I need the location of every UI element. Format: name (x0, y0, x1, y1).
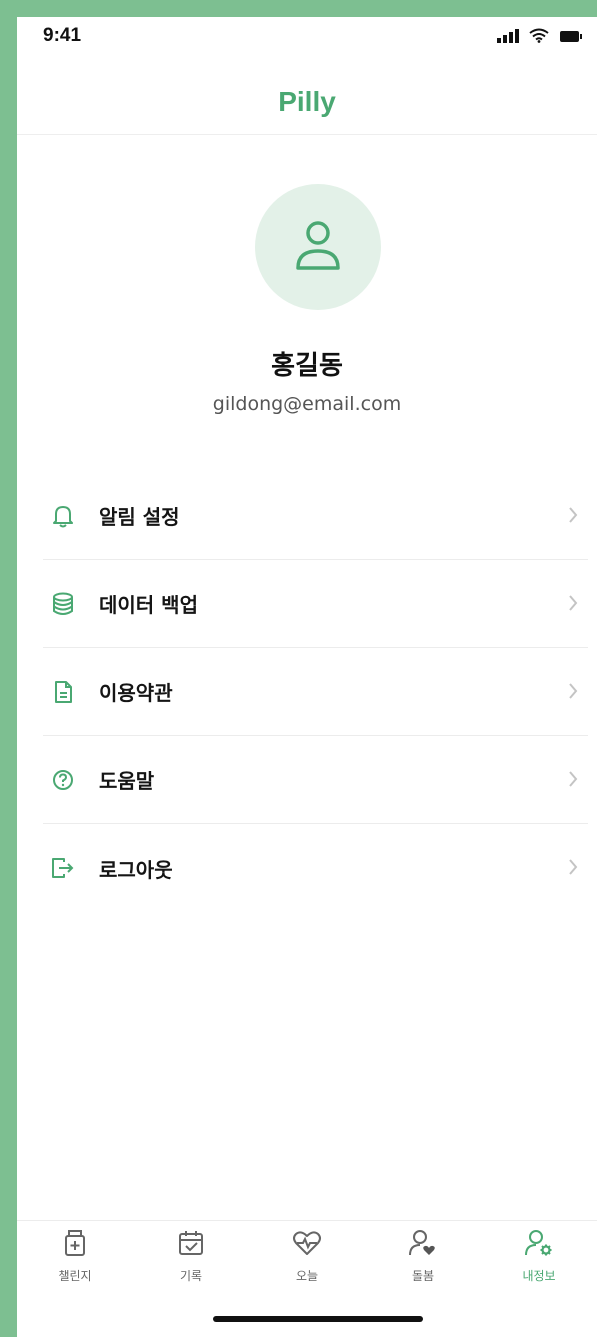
menu-item-logout[interactable]: 로그아웃 (43, 824, 588, 912)
menu-item-label: 로그아웃 (99, 857, 173, 882)
tab-record[interactable]: 기록 (133, 1221, 249, 1310)
menu-item-label: 도움말 (99, 769, 155, 793)
logout-icon (51, 856, 75, 880)
chevron-right-icon (568, 594, 578, 616)
menu-item-data-backup[interactable]: 데이터 백업 (43, 560, 588, 648)
menu-item-label: 데이터 백업 (99, 593, 198, 617)
tab-label: 내정보 (522, 1269, 556, 1283)
wifi-icon (529, 28, 549, 47)
tab-challenge[interactable]: 챌린지 (17, 1221, 133, 1310)
tab-label: 오늘 (295, 1269, 319, 1283)
tab-label: 기록 (179, 1269, 203, 1283)
avatar[interactable] (255, 184, 381, 310)
database-icon (51, 592, 75, 616)
menu-item-label: 이용약관 (99, 681, 173, 705)
calendar-check-icon (177, 1229, 205, 1261)
chevron-right-icon (568, 506, 578, 528)
user-heart-icon (408, 1229, 438, 1261)
menu-item-terms[interactable]: 이용약관 (43, 648, 588, 736)
status-bar: 9:41 (17, 17, 597, 63)
menu-item-notification-settings[interactable]: 알림 설정 (43, 472, 588, 560)
settings-menu: 알림 설정 데이터 백업 이용약관 도움말 로그아웃 (43, 472, 588, 912)
heart-pulse-icon (292, 1229, 322, 1261)
tab-label: 챌린지 (58, 1269, 92, 1283)
help-icon (51, 768, 75, 792)
chevron-right-icon (568, 770, 578, 792)
app-header: Pilly (17, 73, 597, 135)
pill-bottle-icon (62, 1229, 88, 1261)
status-icons (497, 28, 583, 47)
user-name: 홍길동 (271, 351, 343, 381)
home-indicator (213, 1316, 423, 1322)
tab-care[interactable]: 돌봄 (365, 1221, 481, 1310)
app-title: Pilly (278, 86, 336, 117)
signal-icon (497, 28, 519, 47)
user-email: gildong@email.com (212, 393, 402, 415)
battery-icon (559, 28, 583, 47)
document-icon (51, 680, 75, 704)
status-time: 9:41 (43, 25, 82, 46)
bottom-tab-bar: 챌린지 기록 오늘 돌봄 내정보 (17, 1220, 597, 1310)
chevron-right-icon (568, 682, 578, 704)
user-settings-icon (524, 1229, 554, 1261)
chevron-right-icon (568, 858, 578, 880)
user-icon (295, 219, 341, 275)
tab-label: 돌봄 (411, 1269, 435, 1283)
tab-today[interactable]: 오늘 (249, 1221, 365, 1310)
menu-item-help[interactable]: 도움말 (43, 736, 588, 824)
menu-item-label: 알림 설정 (99, 505, 180, 529)
phone-screen: 9:41 Pilly 홍길동 gildong@email.com 알림 설정 데… (17, 17, 597, 1337)
tab-my-info[interactable]: 내정보 (481, 1221, 597, 1310)
bell-icon (51, 504, 75, 528)
